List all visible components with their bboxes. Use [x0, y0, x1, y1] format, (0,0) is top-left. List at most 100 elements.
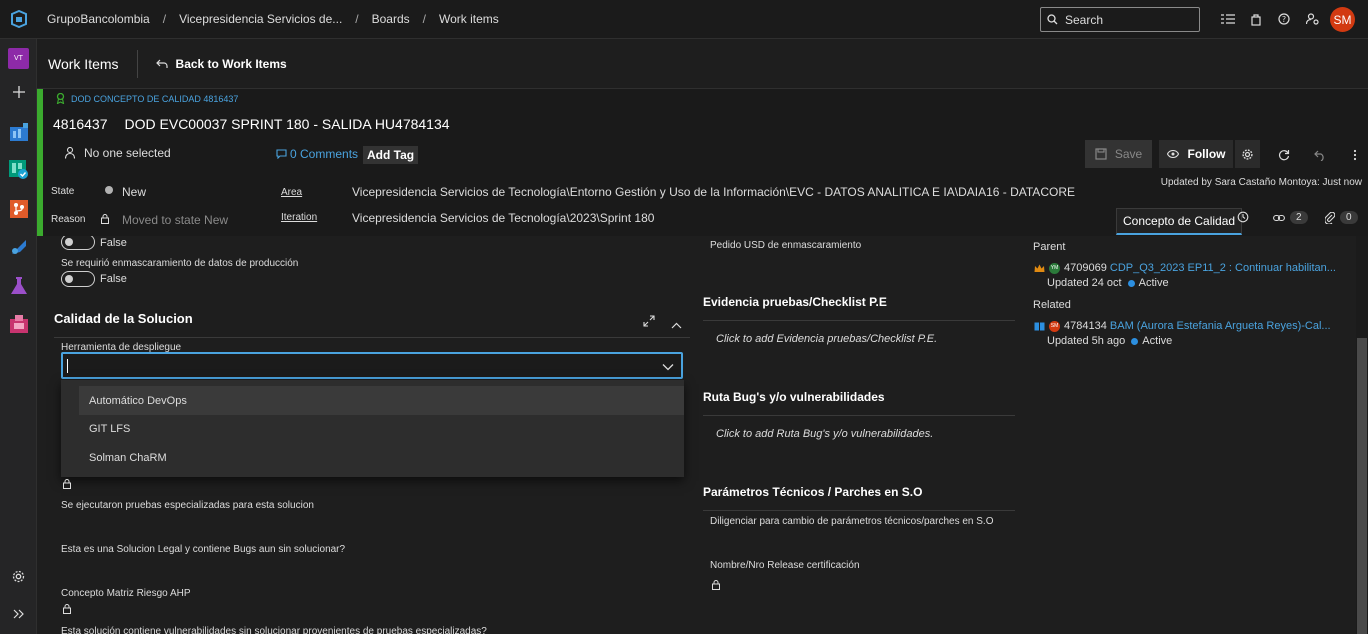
work-item-header-card: DOD CONCEPTO DE CALIDAD 4816437 4816437 D…: [37, 89, 1368, 236]
parent-heading: Parent: [1033, 241, 1066, 253]
azure-devops-logo-icon[interactable]: [0, 0, 37, 39]
expand-icon[interactable]: [643, 315, 655, 330]
lock-icon: [712, 579, 720, 593]
back-label: Back to Work Items: [175, 56, 287, 71]
tab-concepto-de-calidad[interactable]: Concepto de Calidad: [1116, 208, 1243, 235]
search-box[interactable]: Search: [1040, 7, 1200, 32]
attachments-tab[interactable]: 0: [1325, 211, 1358, 224]
area-value[interactable]: Vicepresidencia Servicios de Tecnología\…: [352, 185, 1075, 199]
updated-by-text: Updated by Sara Castaño Montoya: Just no…: [1160, 177, 1362, 188]
iteration-label: Iteration: [281, 212, 318, 223]
breadcrumb-work-items[interactable]: Work items: [439, 12, 499, 26]
related-meta: Updated 5h ago Active: [1047, 335, 1172, 347]
expand-rail-icon[interactable]: [8, 603, 29, 624]
lock-icon: [63, 478, 71, 492]
chevron-down-icon[interactable]: [662, 360, 674, 374]
links-tab[interactable]: 2: [1273, 211, 1308, 224]
release-label: Nombre/Nro Release certificación: [710, 560, 860, 571]
scrollbar-thumb[interactable]: [1357, 338, 1367, 634]
evidencia-placeholder[interactable]: Click to add Evidencia pruebas/Checklist…: [716, 333, 937, 345]
project-avatar[interactable]: VT: [8, 48, 29, 69]
assignee-picker[interactable]: No one selected: [65, 146, 171, 160]
state-value[interactable]: New: [122, 185, 146, 199]
search-icon: [1047, 14, 1058, 25]
shopping-bag-icon[interactable]: [1242, 9, 1270, 29]
deploy-tool-combobox[interactable]: [61, 352, 683, 379]
active-status-dot: [1131, 337, 1139, 345]
related-updated: Updated 5h ago: [1047, 335, 1126, 347]
toggle-switch-1[interactable]: [61, 236, 95, 250]
comments-count: 0 Comments: [290, 147, 359, 161]
paperclip-icon: [1325, 211, 1335, 224]
divider: [136, 49, 138, 78]
follow-button[interactable]: Follow: [1159, 140, 1233, 168]
more-actions-icon[interactable]: [1346, 146, 1364, 164]
related-state: Active: [1142, 335, 1173, 347]
add-icon[interactable]: [8, 81, 29, 102]
refresh-icon[interactable]: [1275, 146, 1293, 164]
user-avatar[interactable]: SM: [1330, 7, 1355, 32]
ruta-bugs-placeholder[interactable]: Click to add Ruta Bug's y/o vulnerabilid…: [716, 428, 933, 440]
active-status-dot: [1127, 279, 1135, 287]
user-settings-icon[interactable]: [1298, 9, 1326, 29]
task-list-icon[interactable]: [1214, 9, 1242, 29]
parent-link[interactable]: YM 4709069 CDP_Q3_2023 EP11_2 : Continua…: [1034, 262, 1336, 274]
history-tab[interactable]: [1237, 211, 1249, 223]
work-item-title[interactable]: 4816437 DOD EVC00037 SPRINT 180 - SALIDA …: [53, 116, 450, 132]
award-icon: [56, 93, 65, 104]
related-title[interactable]: BAM (Aurora Estefania Argueta Reyes)-Cal…: [1110, 320, 1331, 332]
history-icon: [1237, 211, 1249, 223]
work-item-title-text[interactable]: DOD EVC00037 SPRINT 180 - SALIDA HU47841…: [125, 116, 450, 132]
parent-title[interactable]: CDP_Q3_2023 EP11_2 : Continuar habilitan…: [1110, 262, 1336, 274]
parent-updated: Updated 24 oct: [1047, 277, 1122, 289]
breadcrumb-org[interactable]: GrupoBancolombia: [47, 12, 150, 26]
breadcrumb-project[interactable]: Vicepresidencia Servicios de...: [179, 12, 342, 26]
save-label: Save: [1114, 147, 1143, 161]
section-divider: [703, 320, 1015, 321]
undo-icon[interactable]: [1311, 146, 1329, 164]
dropdown-option[interactable]: Solman ChaRM: [79, 443, 684, 472]
toggle-switch-2[interactable]: [61, 271, 95, 287]
type-label-text: DOD CONCEPTO DE CALIDAD 4816437: [71, 93, 239, 104]
deploy-tool-dropdown: Automático DevOps GIT LFS Solman ChaRM: [61, 380, 684, 477]
comments-link[interactable]: 0 Comments: [276, 147, 358, 161]
artifacts-icon[interactable]: [8, 313, 29, 334]
add-tag-button[interactable]: Add Tag: [363, 146, 419, 164]
repos-icon[interactable]: [8, 198, 29, 219]
reason-value: Moved to state New: [122, 213, 229, 227]
book-icon: [1034, 322, 1045, 330]
save-button[interactable]: Save: [1085, 140, 1152, 168]
overview-icon[interactable]: [8, 121, 29, 142]
pipelines-icon[interactable]: [8, 236, 29, 257]
reason-label: Reason: [51, 214, 86, 225]
question-legal-bugs: Esta es una Solucion Legal y contiene Bu…: [61, 544, 346, 555]
test-plans-icon[interactable]: [8, 275, 29, 296]
help-icon[interactable]: ?: [1270, 9, 1298, 29]
breadcrumb-separator: /: [422, 12, 426, 26]
risk-matrix-label: Concepto Matriz Riesgo AHP: [61, 588, 191, 599]
breadcrumb-boards[interactable]: Boards: [372, 12, 410, 26]
pedido-label: Pedido USD de enmascaramiento: [710, 240, 862, 251]
save-icon: [1095, 148, 1107, 160]
dropdown-option[interactable]: Automático DevOps: [79, 386, 684, 415]
section-divider: [703, 510, 1015, 511]
boards-icon[interactable]: [8, 159, 29, 180]
attachments-count: 0: [1340, 211, 1358, 224]
work-item-form-body: False Se requirió enmascaramiento de dat…: [37, 236, 1356, 634]
iteration-value[interactable]: Vicepresidencia Servicios de Tecnología\…: [352, 211, 654, 225]
section-evidencia: Evidencia pruebas/Checklist P.E: [703, 295, 887, 309]
work-items-header: Work Items Back to Work Items: [37, 39, 1368, 89]
related-link[interactable]: SM 4784134 BAM (Aurora Estefania Argueta…: [1034, 320, 1331, 332]
back-arrow-icon: [155, 59, 168, 68]
follow-settings-button[interactable]: [1235, 140, 1260, 168]
assignee-value: No one selected: [84, 146, 171, 160]
search-input[interactable]: Search: [1065, 13, 1103, 27]
breadcrumb: GrupoBancolombia / Vicepresidencia Servi…: [47, 12, 499, 26]
back-to-work-items-link[interactable]: Back to Work Items: [155, 56, 287, 71]
gear-icon: [1242, 148, 1253, 160]
project-settings-icon[interactable]: [8, 566, 29, 587]
collapse-chevron-icon[interactable]: [671, 318, 682, 332]
top-bar: GrupoBancolombia / Vicepresidencia Servi…: [0, 0, 1368, 39]
question-vulnerabilities: Esta solución contiene vulnerabilidades …: [61, 626, 487, 634]
dropdown-option[interactable]: GIT LFS: [79, 414, 684, 443]
